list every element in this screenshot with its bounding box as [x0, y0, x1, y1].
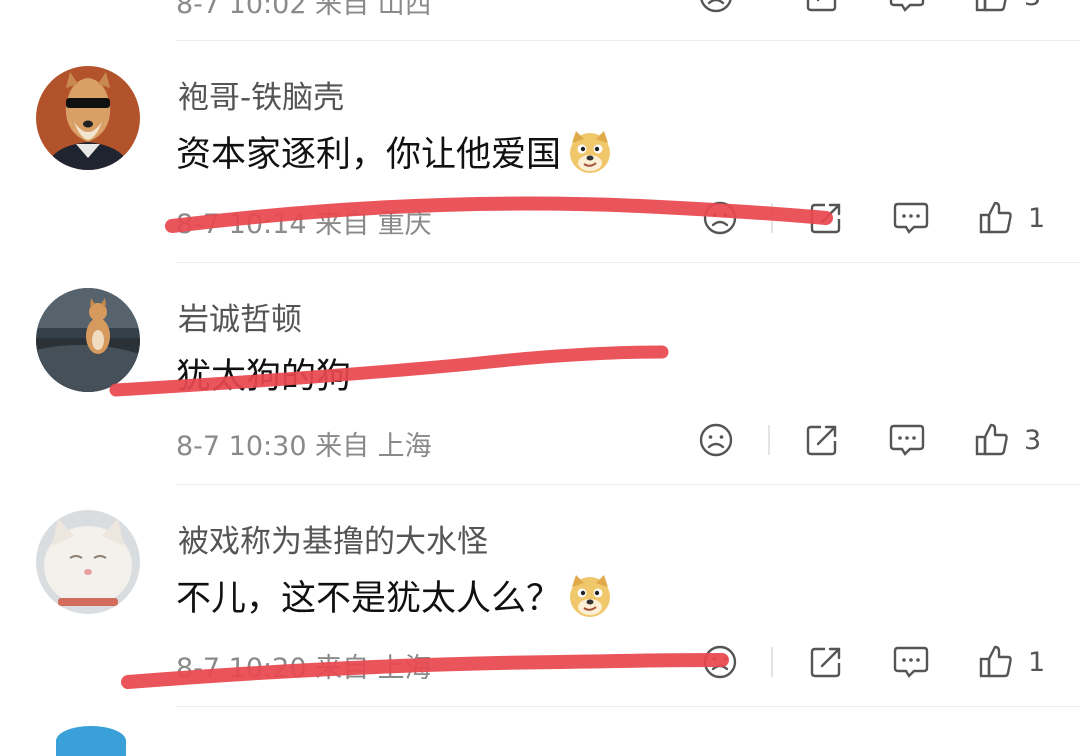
sad-face-icon: [700, 0, 732, 13]
comment-bubble-icon: [889, 424, 925, 456]
sad-face-icon: [699, 423, 733, 457]
avatar[interactable]: [56, 726, 126, 756]
avatar[interactable]: [36, 510, 140, 614]
dislike-button[interactable]: [698, 420, 734, 460]
username[interactable]: 岩诚哲顿: [178, 294, 302, 339]
username[interactable]: 被戏称为基撸的大水怪: [178, 516, 488, 561]
share-icon: [810, 647, 841, 678]
comment-item: 被戏称为基撸的大水怪 不儿，这不是犹太人么？ 8-7 10:20 来自 上海 1: [0, 484, 1080, 706]
action-separator: [771, 647, 773, 677]
comment-item: 岩诚哲顿 犹太狗的狗 8-7 10:30 来自 上海 3: [0, 262, 1080, 484]
comment-bubble-icon: [893, 646, 929, 678]
thumbs-up-icon: [979, 201, 1012, 234]
comment-meta: 8-7 10:14 来自 重庆: [176, 209, 432, 240]
like-button[interactable]: 1: [978, 642, 1045, 682]
doge-emoji: [570, 574, 611, 617]
share-button[interactable]: [804, 0, 840, 16]
like-count: 1: [1028, 202, 1046, 234]
like-button[interactable]: 3: [974, 420, 1041, 460]
like-button[interactable]: 1: [978, 198, 1045, 238]
avatar[interactable]: [36, 66, 140, 170]
sad-face-icon: [703, 201, 737, 235]
like-count: 3: [1024, 0, 1041, 12]
share-icon: [806, 0, 837, 12]
dislike-button[interactable]: [702, 198, 738, 238]
dislike-button[interactable]: [698, 0, 734, 16]
thumbs-up-icon: [975, 423, 1008, 456]
comment-text: 犹太狗的狗: [176, 357, 352, 397]
previous-comment-footer: 8-7 10:02 来自 山西 3: [0, 0, 1080, 40]
share-icon: [810, 203, 841, 234]
comment-text: 不儿，这不是犹太人么？: [176, 579, 562, 619]
avatar[interactable]: [36, 288, 140, 392]
like-count: 3: [1024, 424, 1042, 456]
username[interactable]: 袍哥-铁脑壳: [178, 72, 344, 117]
like-button[interactable]: 3: [974, 0, 1041, 16]
comment-item: 袍哥-铁脑壳 资本家逐利，你让他爱国 8-7 10:14 来自 重庆 1: [0, 40, 1080, 262]
comment-meta: 8-7 10:02 来自 山西: [176, 0, 432, 20]
action-separator: [771, 203, 773, 233]
comment-meta: 8-7 10:20 来自 上海: [176, 653, 432, 684]
comment-text: 资本家逐利，你让他爱国: [176, 135, 562, 175]
share-button[interactable]: [804, 420, 840, 460]
reply-button[interactable]: [892, 198, 930, 238]
share-button[interactable]: [808, 198, 844, 238]
reply-button[interactable]: [888, 0, 926, 16]
comment-text-row: 资本家逐利，你让他爱国: [176, 126, 613, 177]
comment-bubble-icon: [893, 202, 929, 234]
thumbs-up-icon: [975, 0, 1007, 12]
share-icon: [806, 425, 837, 456]
sad-face-icon: [703, 645, 737, 679]
reply-button[interactable]: [888, 420, 926, 460]
divider: [176, 706, 1080, 707]
comment-bubble-icon: [889, 0, 925, 12]
comment-text-row: 不儿，这不是犹太人么？: [176, 570, 613, 621]
comment-text-row: 犹太狗的狗: [176, 348, 351, 399]
dislike-button[interactable]: [702, 642, 738, 682]
action-separator: [768, 425, 770, 455]
share-button[interactable]: [808, 642, 844, 682]
comment-meta: 8-7 10:30 来自 上海: [176, 431, 432, 462]
thumbs-up-icon: [979, 645, 1012, 678]
like-count: 1: [1028, 646, 1046, 678]
doge-emoji: [570, 130, 611, 173]
reply-button[interactable]: [892, 642, 930, 682]
